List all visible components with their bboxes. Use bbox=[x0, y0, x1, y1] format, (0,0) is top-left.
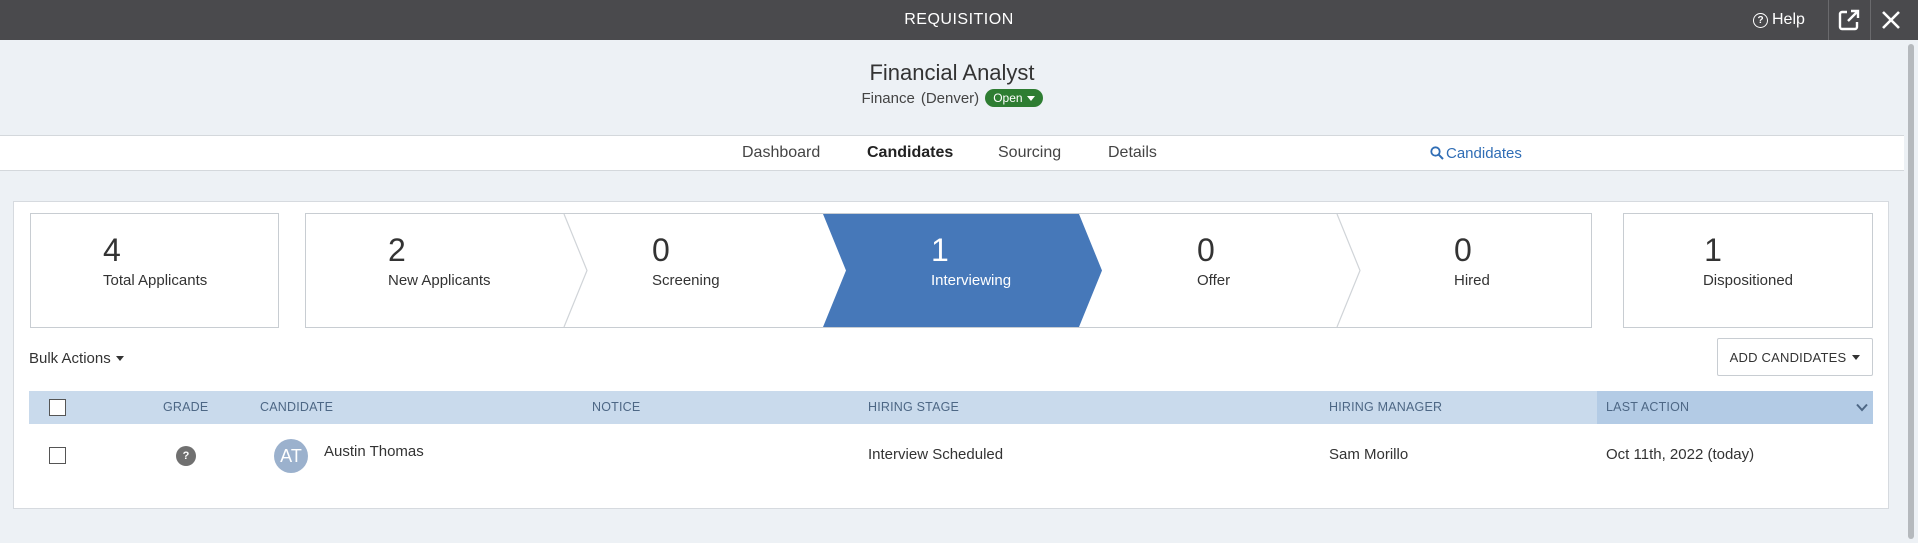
stage-divider bbox=[563, 214, 588, 327]
tab-candidates[interactable]: Candidates bbox=[867, 136, 953, 170]
tab-dashboard[interactable]: Dashboard bbox=[742, 136, 820, 170]
last-action-cell: Oct 11th, 2022 (today) bbox=[1606, 446, 1755, 463]
hiring-manager-cell: Sam Morillo bbox=[1329, 446, 1409, 463]
window-title: REQUISITION bbox=[904, 11, 1014, 28]
candidate-search-link[interactable]: Candidates bbox=[1430, 136, 1522, 170]
column-last-action[interactable]: LAST ACTION bbox=[1597, 391, 1873, 424]
table-row[interactable]: ? AT Austin Thomas Interview Scheduled S… bbox=[29, 424, 1873, 486]
stage-count: 2 bbox=[388, 232, 406, 268]
dispositioned-card[interactable]: 1 Dispositioned bbox=[1623, 213, 1873, 328]
table-header: GRADE CANDIDATE NOTICE HIRING STAGE HIRI… bbox=[29, 391, 1873, 424]
dispositioned-label: Dispositioned bbox=[1702, 272, 1794, 289]
help-icon: ? bbox=[1753, 12, 1768, 28]
hiring-stage-cell: Interview Scheduled bbox=[868, 446, 1004, 463]
stage-label: Interviewing bbox=[931, 272, 1012, 289]
external-link-icon bbox=[1838, 9, 1859, 31]
tab-sourcing[interactable]: Sourcing bbox=[998, 136, 1061, 170]
bulk-actions-dropdown[interactable]: Bulk Actions bbox=[29, 350, 124, 367]
stage-count: 0 bbox=[652, 232, 670, 268]
grade-badge[interactable]: ? bbox=[176, 446, 196, 466]
total-applicants-card[interactable]: 4 Total Applicants bbox=[30, 213, 279, 328]
stage-new-applicants[interactable]: 2 New Applicants bbox=[388, 214, 558, 327]
scrollbar-thumb[interactable] bbox=[1908, 44, 1914, 539]
candidate-name[interactable]: Austin Thomas bbox=[324, 424, 424, 486]
bulk-actions-label: Bulk Actions bbox=[29, 350, 111, 367]
stage-label: Offer bbox=[1197, 272, 1231, 289]
stage-offer[interactable]: 0 Offer bbox=[1106, 214, 1326, 327]
requisition-header: Financial Analyst Finance (Denver) Open bbox=[0, 40, 1904, 136]
department: Finance bbox=[861, 89, 915, 107]
chevron-down-icon bbox=[1852, 354, 1861, 360]
candidates-panel: 4 Total Applicants 2 New Applicants 0 Sc… bbox=[13, 201, 1889, 509]
top-bar: REQUISITION ? Help bbox=[0, 0, 1918, 40]
column-notice[interactable]: NOTICE bbox=[592, 391, 640, 424]
page-title: Financial Analyst bbox=[869, 60, 1035, 85]
nav-bar: Dashboard Candidates Sourcing Details Ca… bbox=[0, 135, 1904, 171]
chevron-down-icon bbox=[115, 356, 124, 361]
add-candidates-button[interactable]: ADD CANDIDATES bbox=[1717, 338, 1873, 376]
stage-screening[interactable]: 0 Screening bbox=[591, 214, 811, 327]
requisition-subtitle: Finance (Denver) Open bbox=[0, 89, 1904, 107]
candidate-search-label: Candidates bbox=[1446, 144, 1522, 162]
chevron-down-icon bbox=[1026, 95, 1035, 101]
add-candidates-label: ADD CANDIDATES bbox=[1729, 349, 1847, 365]
help-label: Help bbox=[1772, 11, 1805, 28]
column-hiring-stage[interactable]: HIRING STAGE bbox=[868, 391, 959, 424]
stage-label: New Applicants bbox=[388, 272, 491, 289]
stage-label: Hired bbox=[1454, 272, 1490, 289]
scrollbar[interactable] bbox=[1904, 40, 1918, 543]
tab-details[interactable]: Details bbox=[1108, 136, 1157, 170]
status-badge[interactable]: Open bbox=[985, 89, 1043, 107]
stage-count: 0 bbox=[1197, 232, 1215, 268]
pipeline-stages: 2 New Applicants 0 Screening 1 Interview… bbox=[305, 213, 1592, 328]
column-candidate[interactable]: CANDIDATE bbox=[260, 391, 333, 424]
location: (Denver) bbox=[920, 89, 980, 107]
help-link[interactable]: ? Help bbox=[1753, 0, 1805, 40]
row-checkbox[interactable] bbox=[49, 447, 66, 464]
close-button[interactable] bbox=[1870, 0, 1910, 40]
status-label: Open bbox=[993, 91, 1023, 105]
stage-count: 1 bbox=[931, 232, 949, 268]
stage-count: 0 bbox=[1454, 232, 1472, 268]
avatar: AT bbox=[274, 439, 308, 473]
open-external-button[interactable] bbox=[1828, 0, 1868, 40]
stage-hired[interactable]: 0 Hired bbox=[1366, 214, 1586, 327]
dispositioned-count: 1 bbox=[1704, 232, 1722, 268]
close-icon bbox=[1881, 11, 1900, 29]
stage-divider bbox=[1336, 214, 1361, 327]
stage-interviewing[interactable]: 1 Interviewing bbox=[851, 214, 1071, 327]
stage-label: Screening bbox=[652, 272, 720, 289]
total-applicants-label: Total Applicants bbox=[103, 272, 208, 289]
select-all-checkbox[interactable] bbox=[49, 399, 66, 416]
sort-descending-icon[interactable] bbox=[1856, 403, 1868, 412]
column-grade[interactable]: GRADE bbox=[163, 391, 208, 424]
total-applicants-count: 4 bbox=[103, 232, 121, 268]
search-icon bbox=[1430, 146, 1444, 160]
column-hiring-manager[interactable]: HIRING MANAGER bbox=[1329, 391, 1442, 424]
